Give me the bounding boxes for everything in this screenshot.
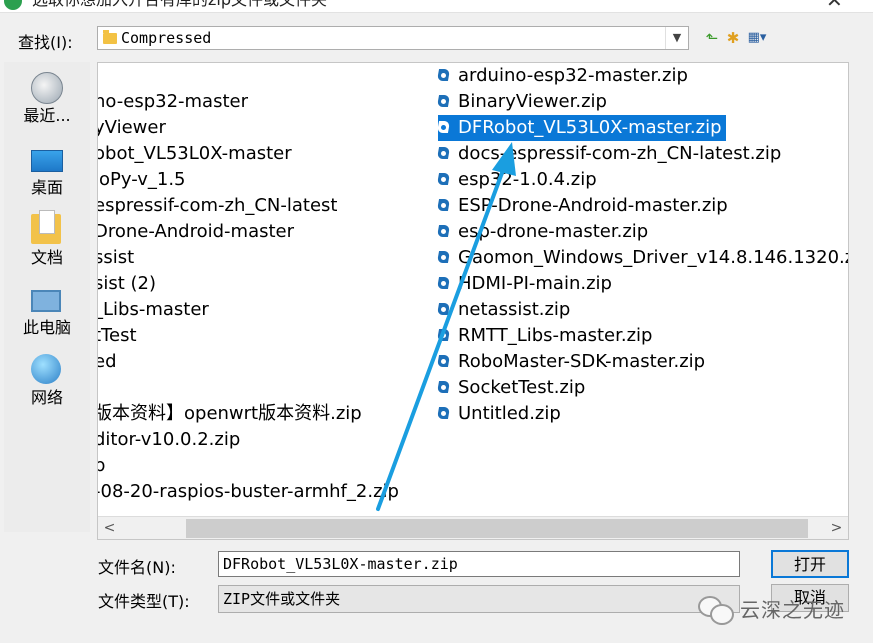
place-documents[interactable]: 文档 [4,204,90,274]
zip-file-icon [438,379,452,395]
list-item[interactable]: RMTT_Libs-master.zip [438,323,652,349]
list-item[interactable]: ditor-v10.0.2.zip [98,427,240,453]
watermark: 云深之无迹 [698,590,868,630]
list-item[interactable]: -08-20-raspios-buster-armhf_2.zip [98,479,399,505]
place-network[interactable]: 网络 [4,344,90,414]
place-label: 最近... [23,106,71,125]
zip-file-icon [438,353,452,369]
this-pc-icon [31,290,61,312]
folder-icon [103,30,117,44]
list-item-selected[interactable]: DFRobot_VL53L0X-master.zip [437,114,727,142]
horizontal-scrollbar[interactable]: < > [98,516,848,539]
list-item[interactable]: no-esp32-master [98,89,248,115]
list-item[interactable]: BinaryViewer.zip [438,89,607,115]
filetype-dropdown[interactable]: ZIP文件或文件夹 [218,585,740,613]
list-item[interactable]: docs-espressif-com-zh_CN-latest.zip [438,141,781,167]
list-item[interactable]: HDMI-PI-main.zip [438,271,612,297]
zip-file-icon [438,275,452,291]
list-item[interactable]: _Libs-master [98,297,209,323]
list-item[interactable]: ESP-Drone-Android-master.zip [438,193,728,219]
title-bar: 选取你想加入开合有库的zip文件或文件夹 ✕ [0,0,873,13]
list-item[interactable]: tTest [98,323,137,349]
list-item[interactable]: netassist.zip [438,297,570,323]
zip-file-icon [438,171,452,187]
place-label: 此电脑 [22,318,71,337]
zip-file-icon [438,223,452,239]
view-menu-icon[interactable]: ▦▾ [744,28,770,48]
place-recent[interactable]: 最近... [4,62,90,132]
zip-file-icon [438,249,452,265]
zip-file-icon [438,93,452,109]
zip-file-icon [438,327,452,343]
file-list[interactable]: no-esp32-master yViewer obot_VL53L0X-mas… [97,62,849,540]
place-this-pc[interactable]: 此电脑 [4,274,90,344]
look-in-dropdown[interactable]: Compressed ▼ [97,26,689,50]
zip-file-icon [438,67,452,83]
zip-file-icon [438,119,452,135]
window-title: 选取你想加入开合有库的zip文件或文件夹 [32,0,327,10]
recent-places-icon [31,72,63,104]
list-item[interactable]: Gaomon_Windows_Driver_v14.8.146.1320.zip [438,245,848,271]
open-button[interactable]: 打开 [771,550,849,578]
scrollbar-thumb[interactable] [186,519,808,538]
list-item[interactable]: esp-drone-master.zip [438,219,648,245]
look-in-value: Compressed [121,29,212,47]
app-icon [4,0,22,10]
list-item[interactable]: 版本资料】openwrt版本资料.zip [98,401,362,427]
places-bar: 最近... 桌面 文档 此电脑 网络 [4,62,90,532]
list-item[interactable]: loPy-v_1.5 [98,167,186,193]
up-folder-icon[interactable]: ⬑ [702,28,722,48]
filetype-label: 文件类型(T): [98,592,190,611]
zip-file-icon [438,301,452,317]
filename-label: 文件名(N): [98,558,176,577]
documents-icon [31,210,61,244]
list-item[interactable]: obot_VL53L0X-master [98,141,292,167]
chevron-down-icon[interactable]: ▼ [665,27,688,49]
list-item[interactable]: ssist [98,245,134,271]
watermark-text: 云深之无迹 [740,598,845,622]
wechat-logo-icon [698,594,734,625]
zip-file-icon [438,405,452,421]
list-item[interactable]: espressif-com-zh_CN-latest [98,193,337,219]
list-item[interactable]: SocketTest.zip [438,375,585,401]
new-folder-icon[interactable]: ✱ [723,28,743,48]
look-in-label: 查找(I): [18,33,73,52]
place-label: 文档 [30,248,63,267]
close-icon[interactable]: ✕ [826,0,843,12]
desktop-icon [31,150,63,172]
place-label: 桌面 [30,178,63,197]
zip-file-icon [438,197,452,213]
scroll-right-icon[interactable]: > [825,517,848,539]
zip-file-icon [438,145,452,161]
filename-input[interactable]: DFRobot_VL53L0X-master.zip [218,551,740,577]
network-icon [31,354,61,384]
list-item[interactable]: yViewer [98,115,166,141]
list-item[interactable]: ed [98,349,117,375]
list-item[interactable]: Untitled.zip [438,401,561,427]
list-item[interactable]: p [98,453,105,479]
list-item[interactable]: RoboMaster-SDK-master.zip [438,349,705,375]
list-item[interactable]: sist (2) [98,271,156,297]
list-item[interactable]: arduino-esp32-master.zip [438,63,688,89]
place-desktop[interactable]: 桌面 [4,134,90,204]
place-label: 网络 [30,388,63,407]
list-item[interactable]: Drone-Android-master [98,219,294,245]
scroll-left-icon[interactable]: < [98,517,121,539]
list-item[interactable]: esp32-1.0.4.zip [438,167,597,193]
